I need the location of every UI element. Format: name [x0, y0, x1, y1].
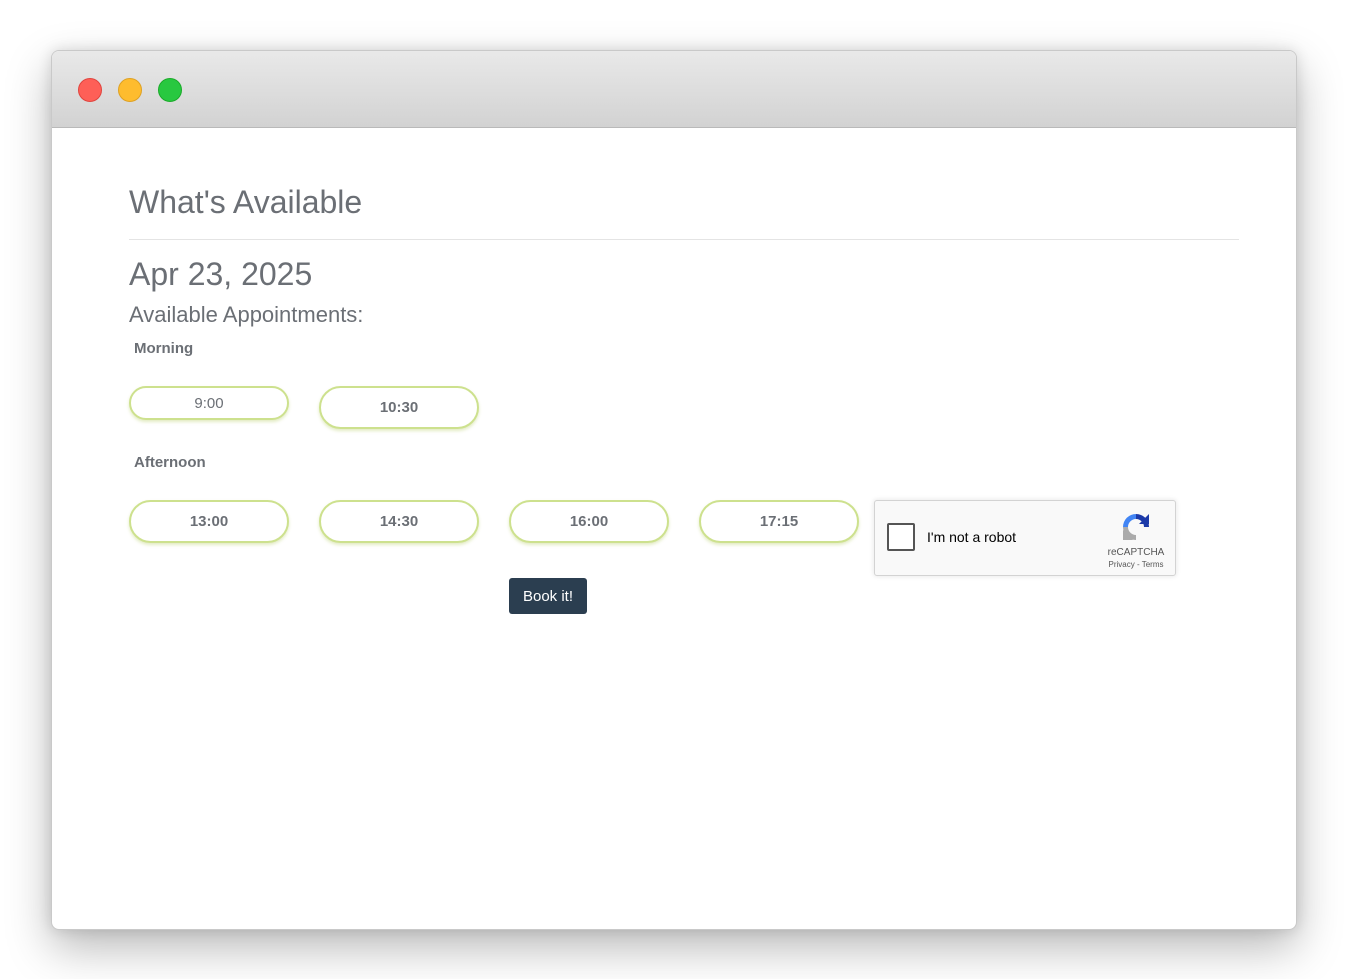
- title-bar: [52, 51, 1296, 128]
- recaptcha-link-separator: -: [1136, 560, 1140, 569]
- selected-date: Apr 23, 2025: [129, 256, 313, 292]
- slot-button-1600[interactable]: 16:00: [509, 500, 669, 543]
- title-divider: [129, 239, 1239, 240]
- book-button[interactable]: Book it!: [509, 578, 587, 614]
- recaptcha-label: I'm not a robot: [927, 529, 1017, 545]
- slot-button-1715[interactable]: 17:15: [699, 500, 859, 543]
- slot-button-1030[interactable]: 10:30: [319, 386, 479, 429]
- morning-label: Morning: [134, 340, 194, 357]
- page-title: What's Available: [129, 184, 363, 220]
- slot-button-1300[interactable]: 13:00: [129, 500, 289, 543]
- browser-window: What's Available Apr 23, 2025 Available …: [51, 50, 1297, 930]
- close-window-button[interactable]: [78, 78, 102, 102]
- recaptcha-checkbox[interactable]: [887, 523, 915, 551]
- maximize-window-button[interactable]: [158, 78, 182, 102]
- recaptcha-terms-link[interactable]: Terms: [1142, 560, 1164, 569]
- recaptcha-logo-icon: [1123, 514, 1149, 540]
- minimize-window-button[interactable]: [118, 78, 142, 102]
- recaptcha-privacy-link[interactable]: Privacy: [1109, 560, 1135, 569]
- afternoon-label: Afternoon: [134, 454, 206, 471]
- slot-button-1430[interactable]: 14:30: [319, 500, 479, 543]
- recaptcha-widget: I'm not a robot reCAPTCHA Privacy - Term…: [874, 500, 1176, 576]
- page-content: What's Available Apr 23, 2025 Available …: [52, 128, 1296, 929]
- appointments-heading: Available Appointments:: [129, 302, 364, 327]
- recaptcha-links: Privacy - Terms: [1089, 560, 1183, 569]
- slot-button-0900[interactable]: 9:00: [129, 386, 289, 420]
- recaptcha-brand: reCAPTCHA: [1107, 547, 1165, 558]
